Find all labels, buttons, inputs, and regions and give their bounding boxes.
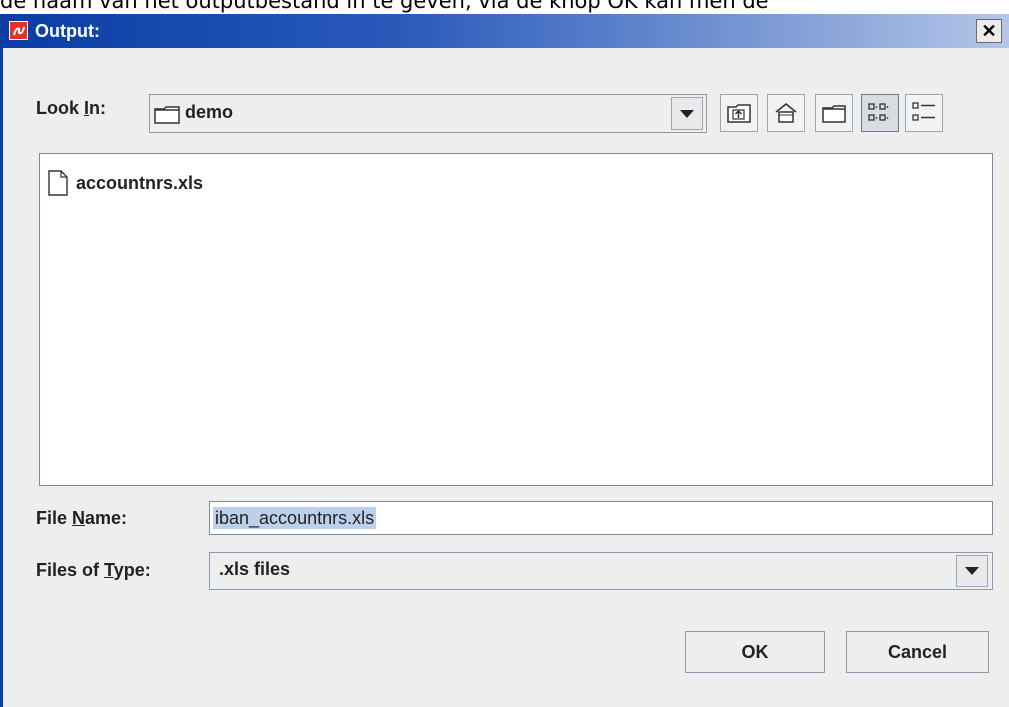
file-name: accountnrs.xls <box>76 172 204 193</box>
list-view-icon <box>868 103 889 121</box>
files-of-type-combo[interactable]: .xls files <box>209 552 993 590</box>
output-dialog: Output: ✕ Look In: demo accountnrs.xls F… <box>0 14 1009 707</box>
file-name-value: iban_accountnrs.xls <box>213 507 377 529</box>
chevron-down-icon <box>680 109 694 118</box>
list-item[interactable]: accountnrs.xls <box>48 170 203 196</box>
home-icon <box>775 102 797 123</box>
new-folder-icon <box>822 105 846 123</box>
look-in-dropdown-button[interactable] <box>671 97 703 130</box>
file-icon <box>48 170 68 196</box>
close-icon: ✕ <box>981 20 997 41</box>
details-view-icon <box>912 102 935 121</box>
look-in-label: Look In: <box>36 98 107 118</box>
file-name-field[interactable]: iban_accountnrs.xls <box>209 501 993 535</box>
list-view-button[interactable] <box>861 94 899 132</box>
app-logo-icon <box>9 21 28 40</box>
file-list[interactable]: accountnrs.xls <box>39 153 993 486</box>
folder-icon <box>154 104 180 129</box>
chevron-down-icon <box>965 567 979 575</box>
up-one-level-button[interactable] <box>720 94 758 132</box>
close-button[interactable]: ✕ <box>976 19 1002 43</box>
title-bar[interactable]: Output: ✕ <box>3 14 1009 48</box>
files-of-type-label: Files of Type: <box>36 560 151 580</box>
details-view-button[interactable] <box>905 94 943 132</box>
file-name-label: File Name: <box>36 508 128 528</box>
background-document-text: de naam van het outputbestand in te geve… <box>0 0 769 13</box>
home-button[interactable] <box>767 94 805 132</box>
look-in-combo[interactable]: demo <box>149 94 707 133</box>
up-one-level-icon <box>727 104 751 123</box>
cancel-button[interactable]: Cancel <box>846 631 989 673</box>
ok-button[interactable]: OK <box>685 631 825 673</box>
files-of-type-value: .xls files <box>219 559 291 579</box>
window-title: Output: <box>35 21 100 41</box>
look-in-folder-name: demo <box>185 102 234 122</box>
new-folder-button[interactable] <box>815 94 853 132</box>
files-of-type-dropdown-button[interactable] <box>956 555 988 587</box>
